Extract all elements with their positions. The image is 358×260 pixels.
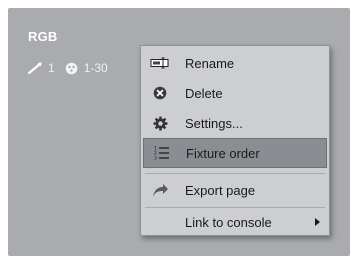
- menu-item-label: Export page: [185, 182, 256, 198]
- svg-text:3: 3: [154, 156, 157, 162]
- export-page-icon: [141, 175, 179, 205]
- menu-item-delete[interactable]: Delete: [141, 78, 329, 108]
- menu-item-label: Rename: [185, 55, 235, 71]
- context-menu: Rename Delete Settings... 1 2 3 Fixture …: [140, 45, 330, 236]
- menu-item-label: Delete: [185, 85, 223, 101]
- menu-item-rename[interactable]: Rename: [141, 48, 329, 78]
- submenu-arrow-icon: [315, 218, 320, 226]
- menu-item-label: Link to console: [185, 214, 272, 230]
- panel-info-range: 1-30: [83, 61, 108, 75]
- panel-info: 1 1-30: [28, 61, 108, 75]
- panel-info-count: 1: [48, 61, 55, 75]
- menu-item-label: Settings...: [185, 115, 243, 131]
- fixture-order-icon: 1 2 3: [144, 138, 180, 168]
- menu-item-settings[interactable]: Settings...: [141, 108, 329, 138]
- menu-item-link-to-console[interactable]: Link to console: [141, 207, 329, 237]
- menu-item-export-page[interactable]: Export page: [141, 174, 329, 206]
- menu-item-label: Fixture order: [186, 145, 260, 161]
- wand-icon: [28, 62, 42, 74]
- rename-icon: [141, 48, 179, 78]
- delete-icon: [141, 78, 179, 108]
- menu-item-fixture-order[interactable]: 1 2 3 Fixture order: [143, 138, 327, 168]
- settings-icon: [141, 108, 179, 138]
- fixture-icon: [65, 62, 78, 75]
- panel-title: RGB: [28, 29, 58, 44]
